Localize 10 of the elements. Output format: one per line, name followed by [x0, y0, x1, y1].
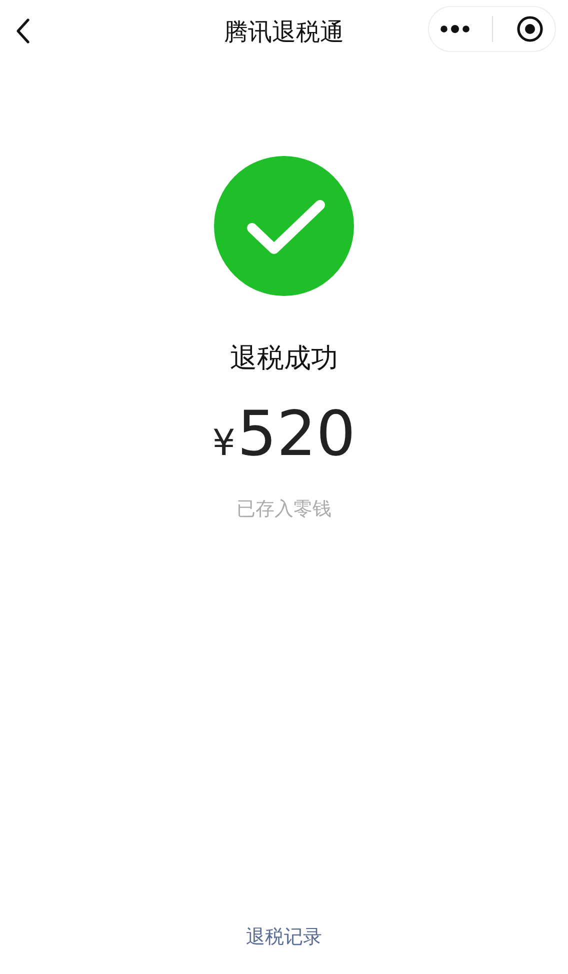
- status-text: 退税成功: [230, 342, 338, 376]
- deposit-note: 已存入零钱: [236, 497, 332, 522]
- more-icon[interactable]: [440, 25, 470, 33]
- page-title: 腾讯退税通: [224, 17, 344, 48]
- back-icon[interactable]: [16, 18, 30, 44]
- refund-records-link[interactable]: 退税记录: [246, 924, 322, 950]
- currency-symbol: ¥: [212, 423, 236, 464]
- refund-amount: 520: [237, 400, 356, 468]
- close-icon[interactable]: [516, 15, 544, 43]
- success-check-icon: [214, 156, 354, 296]
